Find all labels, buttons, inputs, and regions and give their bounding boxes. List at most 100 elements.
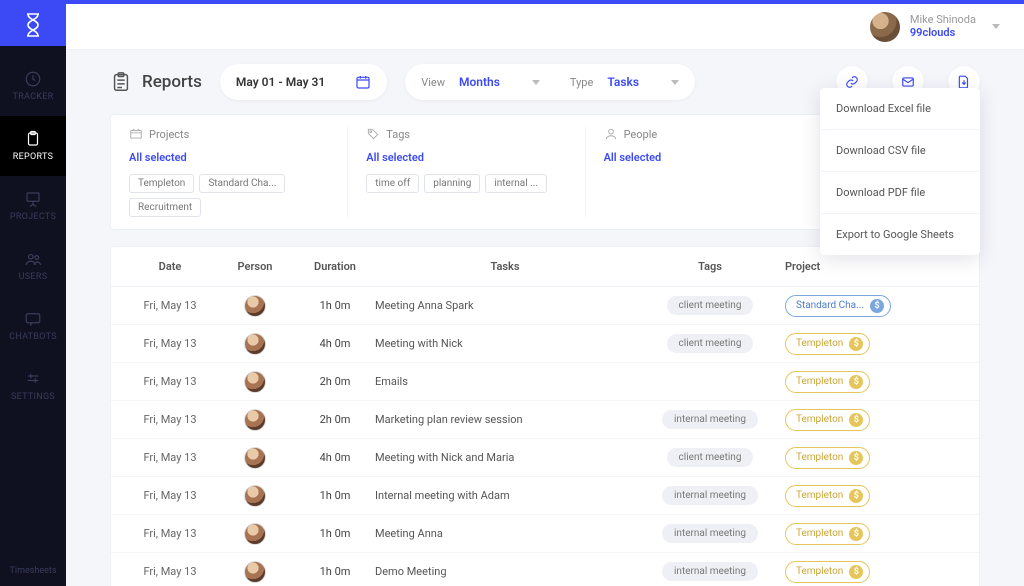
avatar (870, 12, 900, 42)
project-badge[interactable]: Templeton$ (785, 371, 870, 393)
sidebar-item-label: TRACKER (12, 92, 53, 102)
dollar-icon: $ (849, 451, 863, 465)
cell-project: Standard Cha...$ (785, 295, 925, 317)
project-badge[interactable]: Templeton$ (785, 333, 870, 355)
cell-person (215, 371, 295, 393)
filter-selected[interactable]: All selected (129, 151, 329, 164)
filter-chip[interactable]: Standard Cha... (199, 174, 285, 193)
table-row[interactable]: Fri, May 132h 0mEmailsTempleton$ (111, 363, 979, 401)
cell-duration: 1h 0m (295, 489, 375, 502)
dollar-icon: $ (849, 527, 863, 541)
download-icon (957, 75, 971, 89)
cell-tags: client meeting (635, 334, 785, 353)
type-label: Type (570, 76, 593, 89)
view-selector[interactable]: View Months Type Tasks (405, 64, 695, 100)
filter-selected[interactable]: All selected (366, 151, 566, 164)
sidebar-item-label: PROJECTS (10, 212, 56, 222)
tag-badge: client meeting (667, 448, 754, 467)
filter-col-projects: ProjectsAll selectedTempletonStandard Ch… (111, 127, 348, 217)
sidebar-item-reports[interactable]: REPORTS (0, 116, 66, 176)
cell-project: Templeton$ (785, 333, 925, 355)
cell-tags: client meeting (635, 448, 785, 467)
tag-badge: internal meeting (662, 562, 758, 581)
chevron-down-icon (992, 24, 1000, 29)
cell-person (215, 333, 295, 355)
date-range-picker[interactable]: May 01 - May 31 (220, 64, 387, 100)
cell-tags: internal meeting (635, 524, 785, 543)
dollar-icon: $ (870, 299, 884, 313)
project-badge[interactable]: Standard Cha...$ (785, 295, 891, 317)
cell-person (215, 409, 295, 431)
page-heading: Reports (110, 71, 202, 93)
avatar (244, 561, 266, 583)
sidebar-item-tracker[interactable]: TRACKER (0, 56, 66, 116)
col-tags: Tags (635, 260, 785, 273)
cell-task: Meeting with Nick (375, 337, 635, 350)
export-option[interactable]: Download Excel file (820, 88, 980, 130)
project-badge[interactable]: Templeton$ (785, 561, 870, 583)
filter-chip[interactable]: internal ... (485, 174, 547, 193)
project-badge[interactable]: Templeton$ (785, 485, 870, 507)
project-badge[interactable]: Templeton$ (785, 523, 870, 545)
filter-chip[interactable]: Templeton (129, 174, 194, 193)
cell-date: Fri, May 13 (125, 413, 215, 426)
app-logo[interactable] (0, 0, 66, 46)
table-row[interactable]: Fri, May 131h 0mMeeting Annainternal mee… (111, 515, 979, 553)
presentation-icon (24, 190, 42, 208)
filter-selected[interactable]: All selected (604, 151, 804, 164)
sidebar-item-users[interactable]: USERS (0, 236, 66, 296)
tag-badge: client meeting (667, 334, 754, 353)
filter-heading: People (604, 127, 804, 141)
col-tasks: Tasks (375, 260, 635, 273)
user-name: Mike Shinoda (910, 14, 976, 26)
tag-badge: client meeting (667, 296, 754, 315)
cell-tags: client meeting (635, 296, 785, 315)
users-icon (24, 250, 42, 268)
table-row[interactable]: Fri, May 132h 0mMarketing plan review se… (111, 401, 979, 439)
cell-task: Internal meeting with Adam (375, 489, 635, 502)
col-duration: Duration (295, 260, 375, 273)
export-option[interactable]: Download CSV file (820, 130, 980, 172)
table-row[interactable]: Fri, May 131h 0mDemo Meetinginternal mee… (111, 553, 979, 586)
report-table: Date Person Duration Tasks Tags Project … (110, 246, 980, 586)
avatar (244, 295, 266, 317)
sliders-icon (24, 370, 42, 388)
table-row[interactable]: Fri, May 134h 0mMeeting with Nick and Ma… (111, 439, 979, 477)
filter-chip[interactable]: time off (366, 174, 419, 193)
cell-task: Emails (375, 375, 635, 388)
avatar (244, 409, 266, 431)
cell-task: Marketing plan review session (375, 413, 635, 426)
sidebar-item-label: USERS (19, 272, 48, 282)
user-menu[interactable]: Mike Shinoda 99clouds (870, 12, 1000, 42)
cell-project: Templeton$ (785, 485, 925, 507)
sidebar-item-settings[interactable]: SETTINGS (0, 356, 66, 416)
cell-task: Meeting with Nick and Maria (375, 451, 635, 464)
cell-duration: 4h 0m (295, 451, 375, 464)
cell-date: Fri, May 13 (125, 337, 215, 350)
table-row[interactable]: Fri, May 131h 0mInternal meeting with Ad… (111, 477, 979, 515)
sidebar-item-chatbots[interactable]: CHATBOTS (0, 296, 66, 356)
project-badge[interactable]: Templeton$ (785, 447, 870, 469)
cell-project: Templeton$ (785, 371, 925, 393)
export-option[interactable]: Download PDF file (820, 172, 980, 214)
table-row[interactable]: Fri, May 131h 0mMeeting Anna Sparkclient… (111, 287, 979, 325)
user-org: 99clouds (910, 27, 976, 39)
clipboard-icon (110, 71, 132, 93)
filter-chip[interactable]: planning (424, 174, 480, 193)
dollar-icon: $ (849, 565, 863, 579)
sidebar-item-projects[interactable]: PROJECTS (0, 176, 66, 236)
sidebar: TRACKER REPORTS PROJECTS USERS CHATBOTSSETTI… (0, 4, 66, 586)
sidebar-bottom-link[interactable]: Timesheets (10, 566, 57, 586)
cell-date: Fri, May 13 (125, 527, 215, 540)
cell-task: Meeting Anna Spark (375, 299, 635, 312)
cell-date: Fri, May 13 (125, 565, 215, 578)
filter-chip[interactable]: Recruitment (129, 198, 201, 217)
dollar-icon: $ (849, 337, 863, 351)
table-row[interactable]: Fri, May 134h 0mMeeting with Nickclient … (111, 325, 979, 363)
chevron-down-icon (671, 80, 679, 85)
export-option[interactable]: Export to Google Sheets (820, 214, 980, 255)
col-person: Person (215, 260, 295, 273)
view-label: View (421, 76, 445, 89)
tag-badge: internal meeting (662, 524, 758, 543)
project-badge[interactable]: Templeton$ (785, 409, 870, 431)
